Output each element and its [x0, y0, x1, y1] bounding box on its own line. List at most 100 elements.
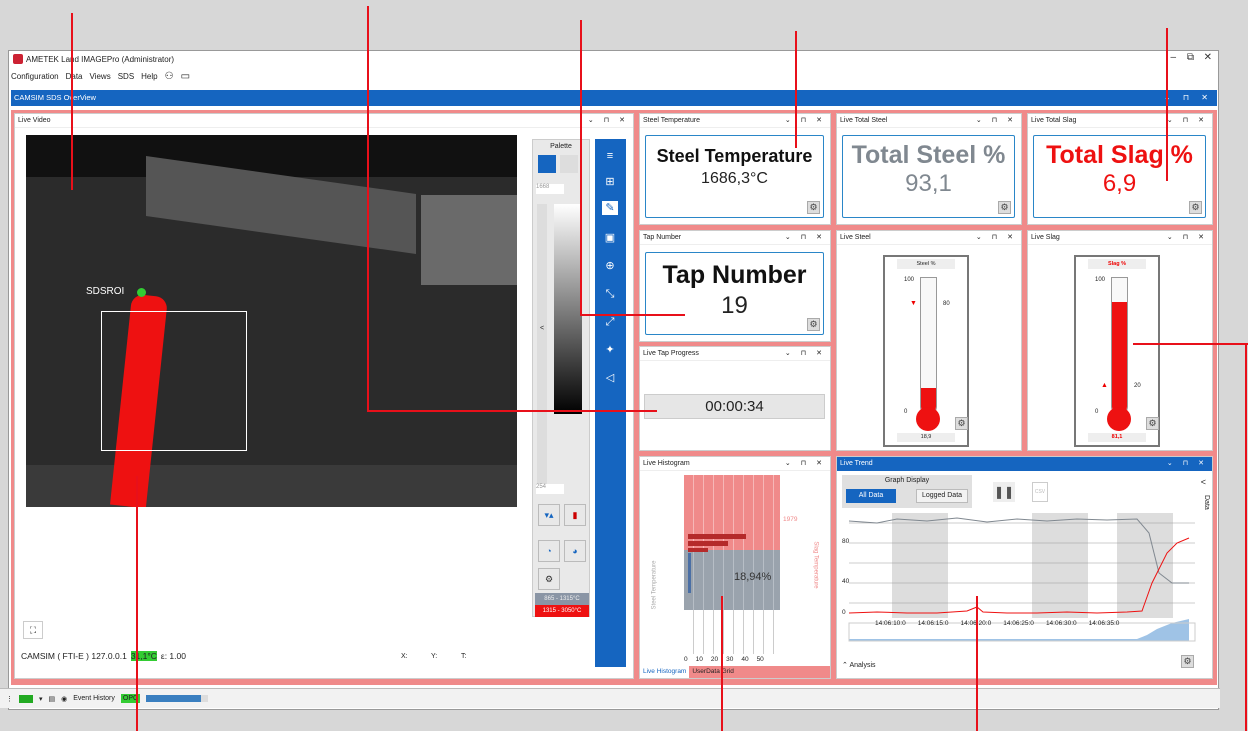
- total-slag-value: 6,9: [1102, 170, 1137, 197]
- users-icon[interactable]: ⚇: [165, 71, 174, 82]
- roi-icon[interactable]: ▣: [602, 231, 618, 245]
- panel-header: Live Histogram ⌄ ⊓ ✕: [640, 457, 830, 471]
- live-trend-panel: Live Trend ⌄ ⊓ ✕ Graph Display All Data L…: [836, 456, 1213, 679]
- panel-title: Live Video: [18, 117, 51, 124]
- roi-handle[interactable]: [137, 288, 146, 297]
- palette-pick-low-button[interactable]: ◔: [538, 540, 560, 562]
- camera-temp: 31,1°C: [130, 651, 157, 661]
- panel-controls[interactable]: ⌄ ⊓ ✕: [976, 114, 1017, 128]
- display-icon[interactable]: ▭: [181, 71, 190, 82]
- callout-line: [71, 13, 73, 190]
- palette-bottom-value[interactable]: 254: [536, 484, 564, 494]
- panel-controls[interactable]: ⌄ ⊓ ✕: [1167, 231, 1208, 245]
- scale-max: 100: [1095, 277, 1106, 283]
- progress-bar: [146, 695, 209, 702]
- analysis-toggle[interactable]: ⌃ Analysis: [842, 661, 876, 669]
- callout-line: [580, 20, 582, 315]
- record-icon[interactable]: ◉: [61, 695, 67, 703]
- palette-top-value[interactable]: 1668: [536, 184, 564, 194]
- y-tick: 40: [842, 578, 850, 585]
- palette-color-button[interactable]: ▮: [564, 504, 586, 526]
- cursor-y: Y:: [431, 653, 438, 660]
- menu-sds[interactable]: SDS: [118, 72, 134, 81]
- dashboard: Live Video ⌄ ⊓ ✕ SDSROI Palette 1668 < 25…: [11, 110, 1217, 685]
- callout-line: [367, 6, 369, 411]
- panel-title: Live Steel: [840, 234, 871, 241]
- value-box: Total Steel % 93,1 ⚙: [842, 135, 1015, 218]
- panel-header: Steel Temperature ⌄ ⊓ ✕: [640, 114, 830, 128]
- menu-configuration[interactable]: Configuration: [11, 72, 59, 81]
- maximize-button[interactable]: ⧉: [1187, 52, 1194, 63]
- histogram-bar-2: [688, 541, 728, 546]
- sds-tab-controls[interactable]: ⌄ ⊓ ✕: [1164, 90, 1213, 106]
- panel-controls[interactable]: ⌄ ⊓ ✕: [785, 231, 826, 245]
- panel-controls[interactable]: ⌄ ⊓ ✕: [588, 114, 629, 128]
- logged-data-button[interactable]: Logged Data: [916, 489, 968, 503]
- palette-scroll[interactable]: <: [537, 204, 547, 484]
- x-tick: 10: [695, 656, 703, 663]
- histogram-tabs: Live Histogram UserData Grid: [640, 666, 830, 678]
- palette-swap-button[interactable]: ▾▴: [538, 504, 560, 526]
- menu-icon[interactable]: ≡: [602, 149, 618, 163]
- battery-icon[interactable]: [19, 694, 33, 703]
- setpoint-value: 80: [943, 300, 950, 307]
- fullscreen-icon[interactable]: ⛶: [23, 621, 43, 639]
- histogram-left-label: Steel Temperature: [651, 560, 658, 610]
- minimize-button[interactable]: –: [1170, 52, 1176, 63]
- settings-icon[interactable]: ⚙: [998, 201, 1011, 214]
- menu-data[interactable]: Data: [66, 72, 83, 81]
- settings-icon[interactable]: ⚙: [807, 201, 820, 214]
- pause-icon[interactable]: ❚❚: [993, 482, 1015, 502]
- app-logo-icon: [13, 54, 23, 64]
- panel-title: Live Total Steel: [840, 117, 888, 124]
- callout-line: [580, 314, 685, 316]
- x-tick: 14:06:30:0: [1045, 620, 1077, 627]
- palette-settings-icon[interactable]: ⚙: [538, 568, 560, 590]
- sds-roi-box[interactable]: [101, 311, 247, 451]
- emissivity: ε: 1.00: [160, 651, 186, 661]
- palette-range-gray: 865 - 1315°C: [535, 593, 589, 605]
- scale-min: 0: [904, 409, 908, 415]
- export-icon[interactable]: CSV: [1032, 482, 1048, 502]
- zoom-icon[interactable]: ⊕: [602, 259, 618, 273]
- audio-icon[interactable]: ◁: [602, 371, 618, 385]
- panel-controls[interactable]: ⌄ ⊓ ✕: [785, 457, 826, 471]
- panel-controls[interactable]: ⌄ ⊓ ✕: [785, 347, 826, 361]
- settings-icon[interactable]: ⚙: [807, 318, 820, 331]
- all-data-button[interactable]: All Data: [846, 489, 896, 503]
- dropdown-icon[interactable]: ▾: [39, 695, 43, 703]
- panel-title: Live Total Slag: [1031, 117, 1077, 124]
- sparkle-icon[interactable]: ✦: [602, 343, 618, 357]
- close-button[interactable]: ✕: [1204, 52, 1212, 63]
- shrink-icon[interactable]: ⤡: [602, 287, 618, 301]
- expand-icon[interactable]: ⤢: [602, 315, 618, 329]
- live-video-panel: Live Video ⌄ ⊓ ✕ SDSROI Palette 1668 < 25…: [14, 113, 634, 679]
- panel-controls[interactable]: ⌄ ⊓ ✕: [1167, 114, 1208, 128]
- menu-views[interactable]: Views: [90, 72, 111, 81]
- thermometer-bulb: [1107, 407, 1131, 431]
- tab-live-histogram[interactable]: Live Histogram: [640, 666, 690, 678]
- save-icon[interactable]: ▤: [49, 695, 56, 703]
- grid-icon[interactable]: ⊞: [602, 175, 618, 189]
- palette-mode-button[interactable]: [538, 155, 556, 173]
- palette-list-button[interactable]: [560, 155, 578, 173]
- settings-icon[interactable]: ⚙: [1146, 417, 1159, 430]
- histogram-bar-3: [688, 548, 708, 552]
- palette-icon[interactable]: ✎: [602, 201, 618, 215]
- event-history-link[interactable]: Event History: [73, 695, 115, 702]
- palette-pick-high-button[interactable]: ◕: [564, 540, 586, 562]
- thermal-video-feed[interactable]: SDSROI: [26, 135, 517, 507]
- histogram-top-value: 1979: [783, 516, 798, 523]
- settings-icon[interactable]: ⚙: [1189, 201, 1202, 214]
- tab-userdata-grid[interactable]: UserData Grid: [689, 666, 737, 678]
- panel-controls[interactable]: ⌄ ⊓ ✕: [1167, 457, 1208, 471]
- side-data-tab[interactable]: Data: [1203, 495, 1210, 510]
- settings-icon[interactable]: ⚙: [955, 417, 968, 430]
- side-collapse-icon[interactable]: <: [1201, 477, 1206, 487]
- trend-settings-icon[interactable]: ⚙: [1181, 655, 1194, 668]
- scale-min: 0: [1095, 409, 1099, 415]
- panel-controls[interactable]: ⌄ ⊓ ✕: [785, 114, 826, 128]
- sds-tab-title[interactable]: CAMSIM SDS OverView: [14, 93, 96, 102]
- menu-help[interactable]: Help: [141, 72, 157, 81]
- panel-controls[interactable]: ⌄ ⊓ ✕: [976, 231, 1017, 245]
